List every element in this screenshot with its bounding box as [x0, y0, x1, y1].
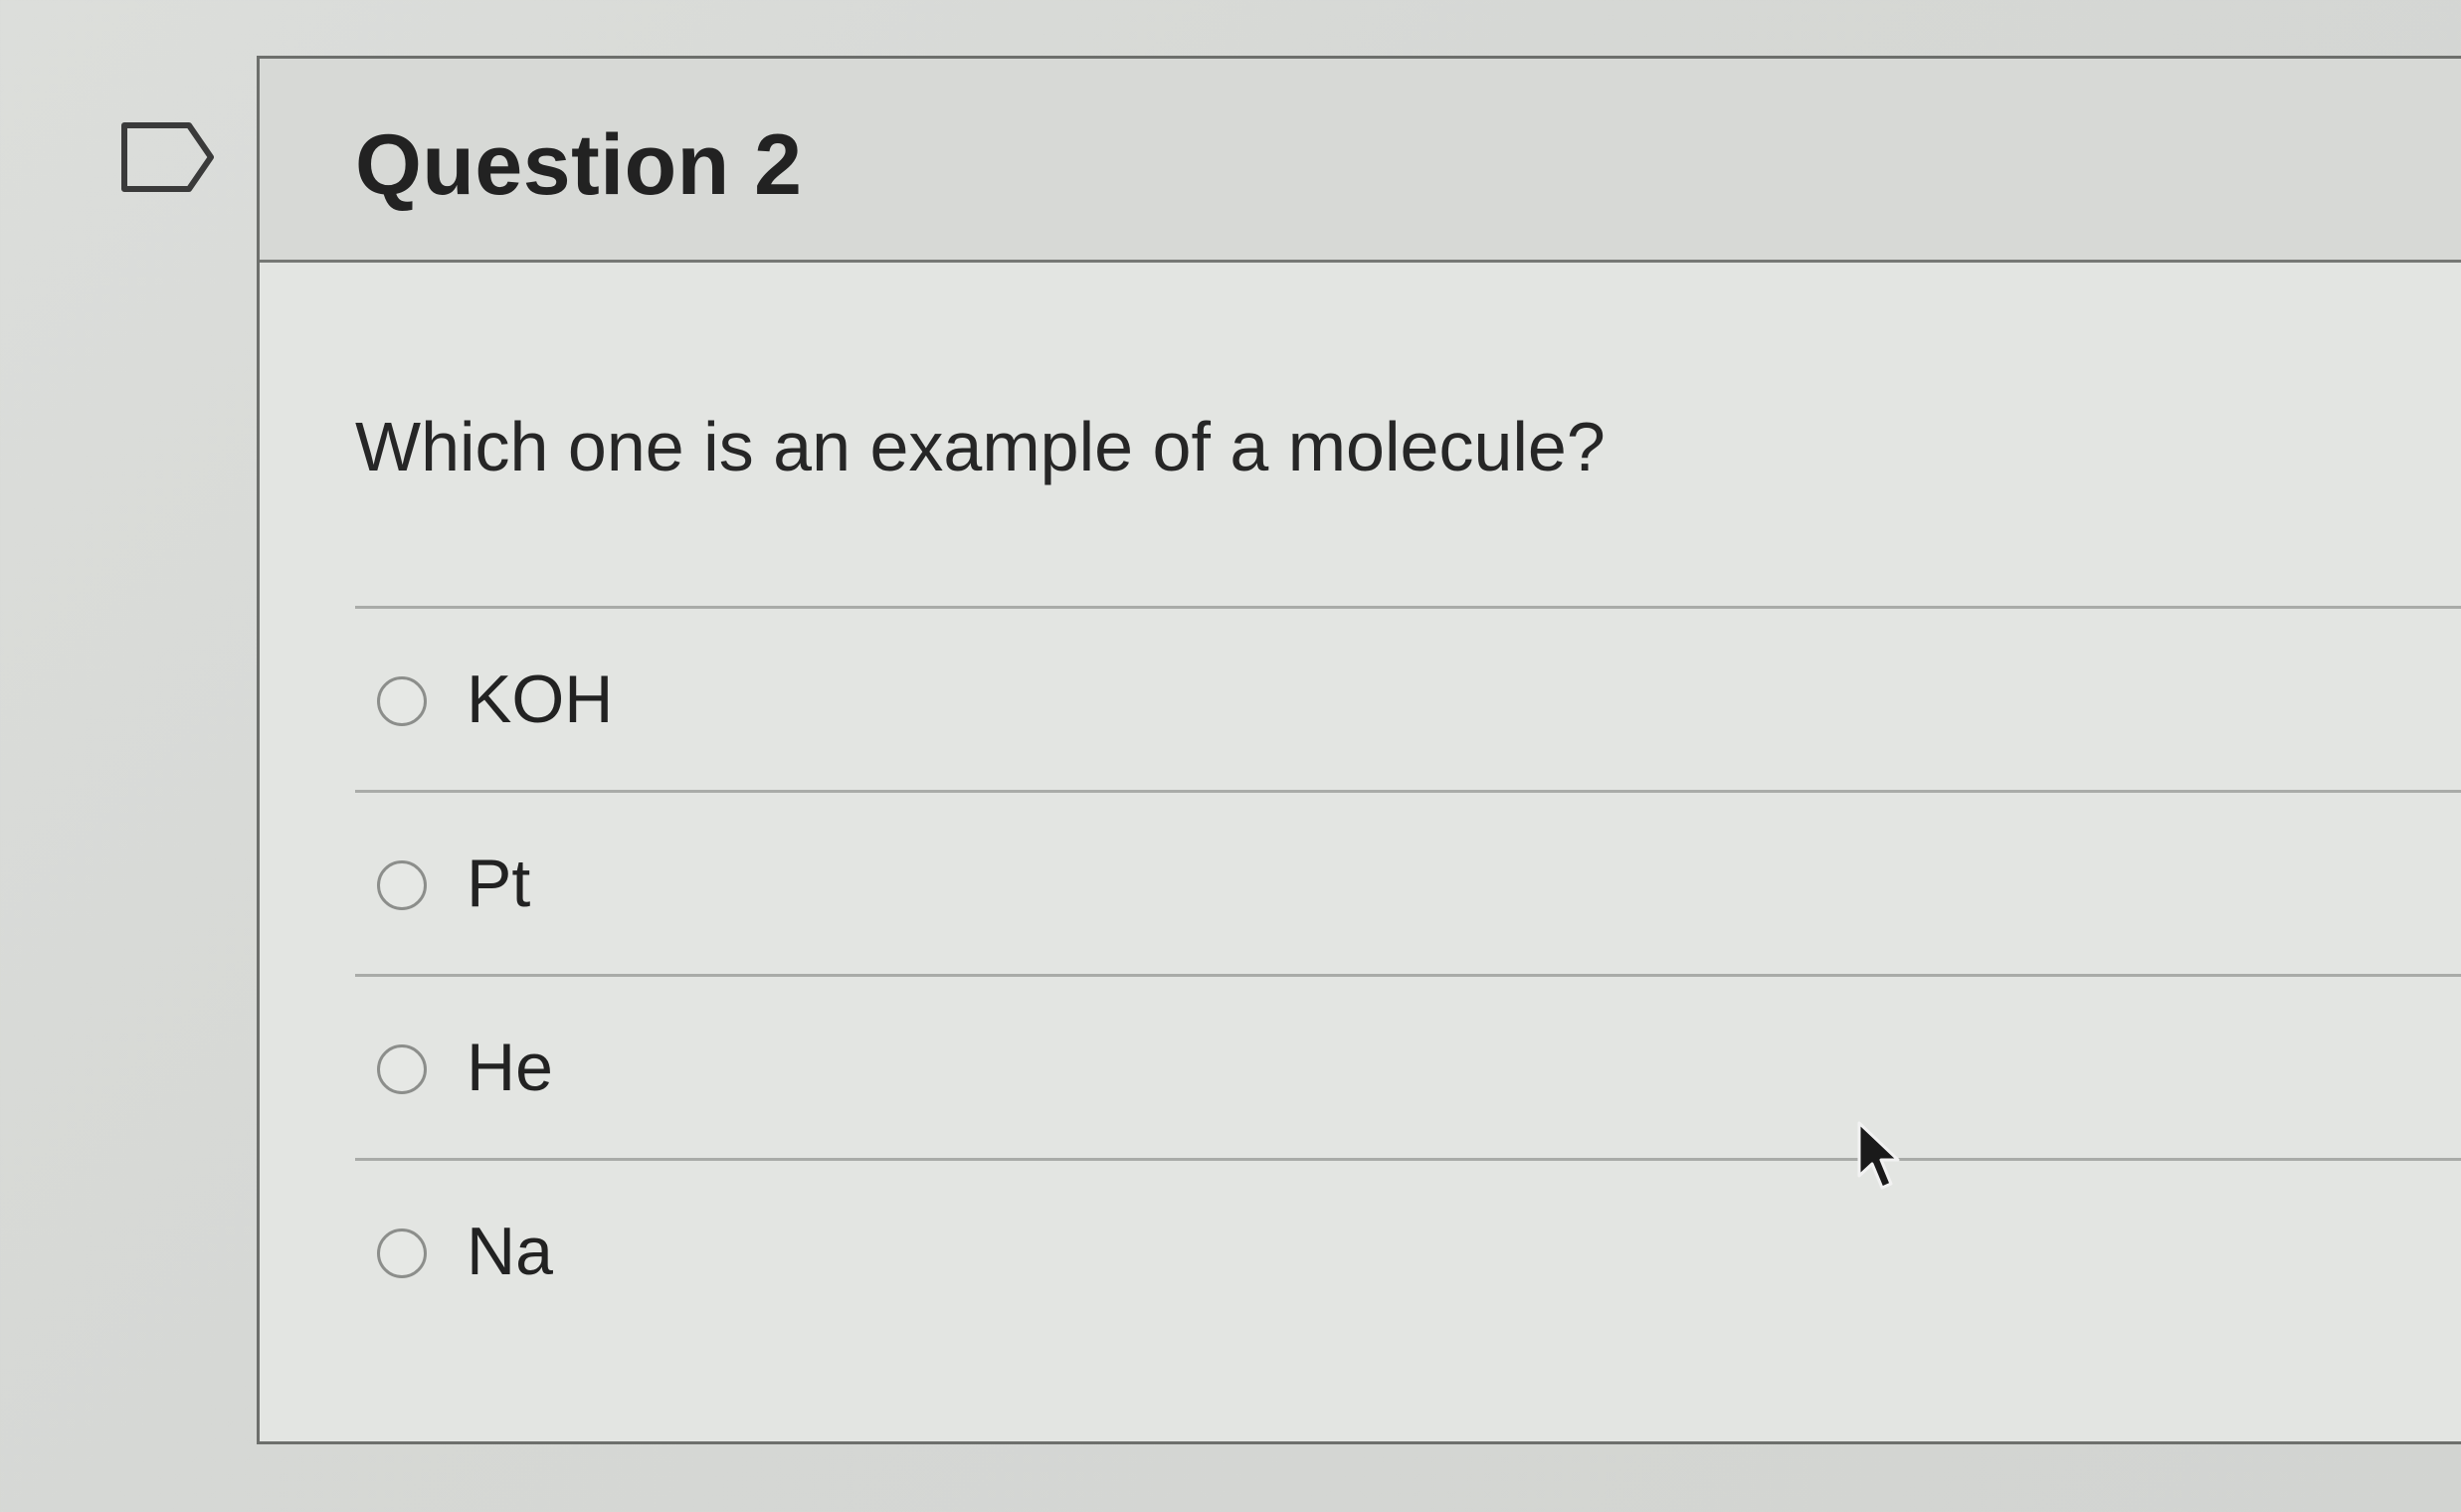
- answer-label: Na: [467, 1214, 553, 1289]
- answer-option-he[interactable]: He: [355, 977, 2461, 1161]
- radio-button[interactable]: [377, 1044, 427, 1094]
- answer-label: Pt: [467, 846, 531, 921]
- answer-label: KOH: [467, 662, 614, 737]
- answer-option-pt[interactable]: Pt: [355, 793, 2461, 977]
- question-header: Question 2: [260, 59, 2461, 263]
- answer-list: KOH Pt He Na: [355, 606, 2461, 1342]
- radio-button[interactable]: [377, 860, 427, 910]
- question-card: Question 2 Which one is an example of a …: [257, 56, 2461, 1444]
- answer-option-na[interactable]: Na: [355, 1161, 2461, 1342]
- answer-option-koh[interactable]: KOH: [355, 609, 2461, 793]
- radio-button[interactable]: [377, 676, 427, 726]
- flag-question-icon[interactable]: [119, 117, 219, 197]
- answer-label: He: [467, 1030, 553, 1105]
- question-title: Question 2: [355, 117, 803, 213]
- radio-button[interactable]: [377, 1228, 427, 1278]
- question-text: Which one is an example of a molecule?: [355, 408, 1606, 485]
- mouse-pointer-icon: [1856, 1120, 1904, 1192]
